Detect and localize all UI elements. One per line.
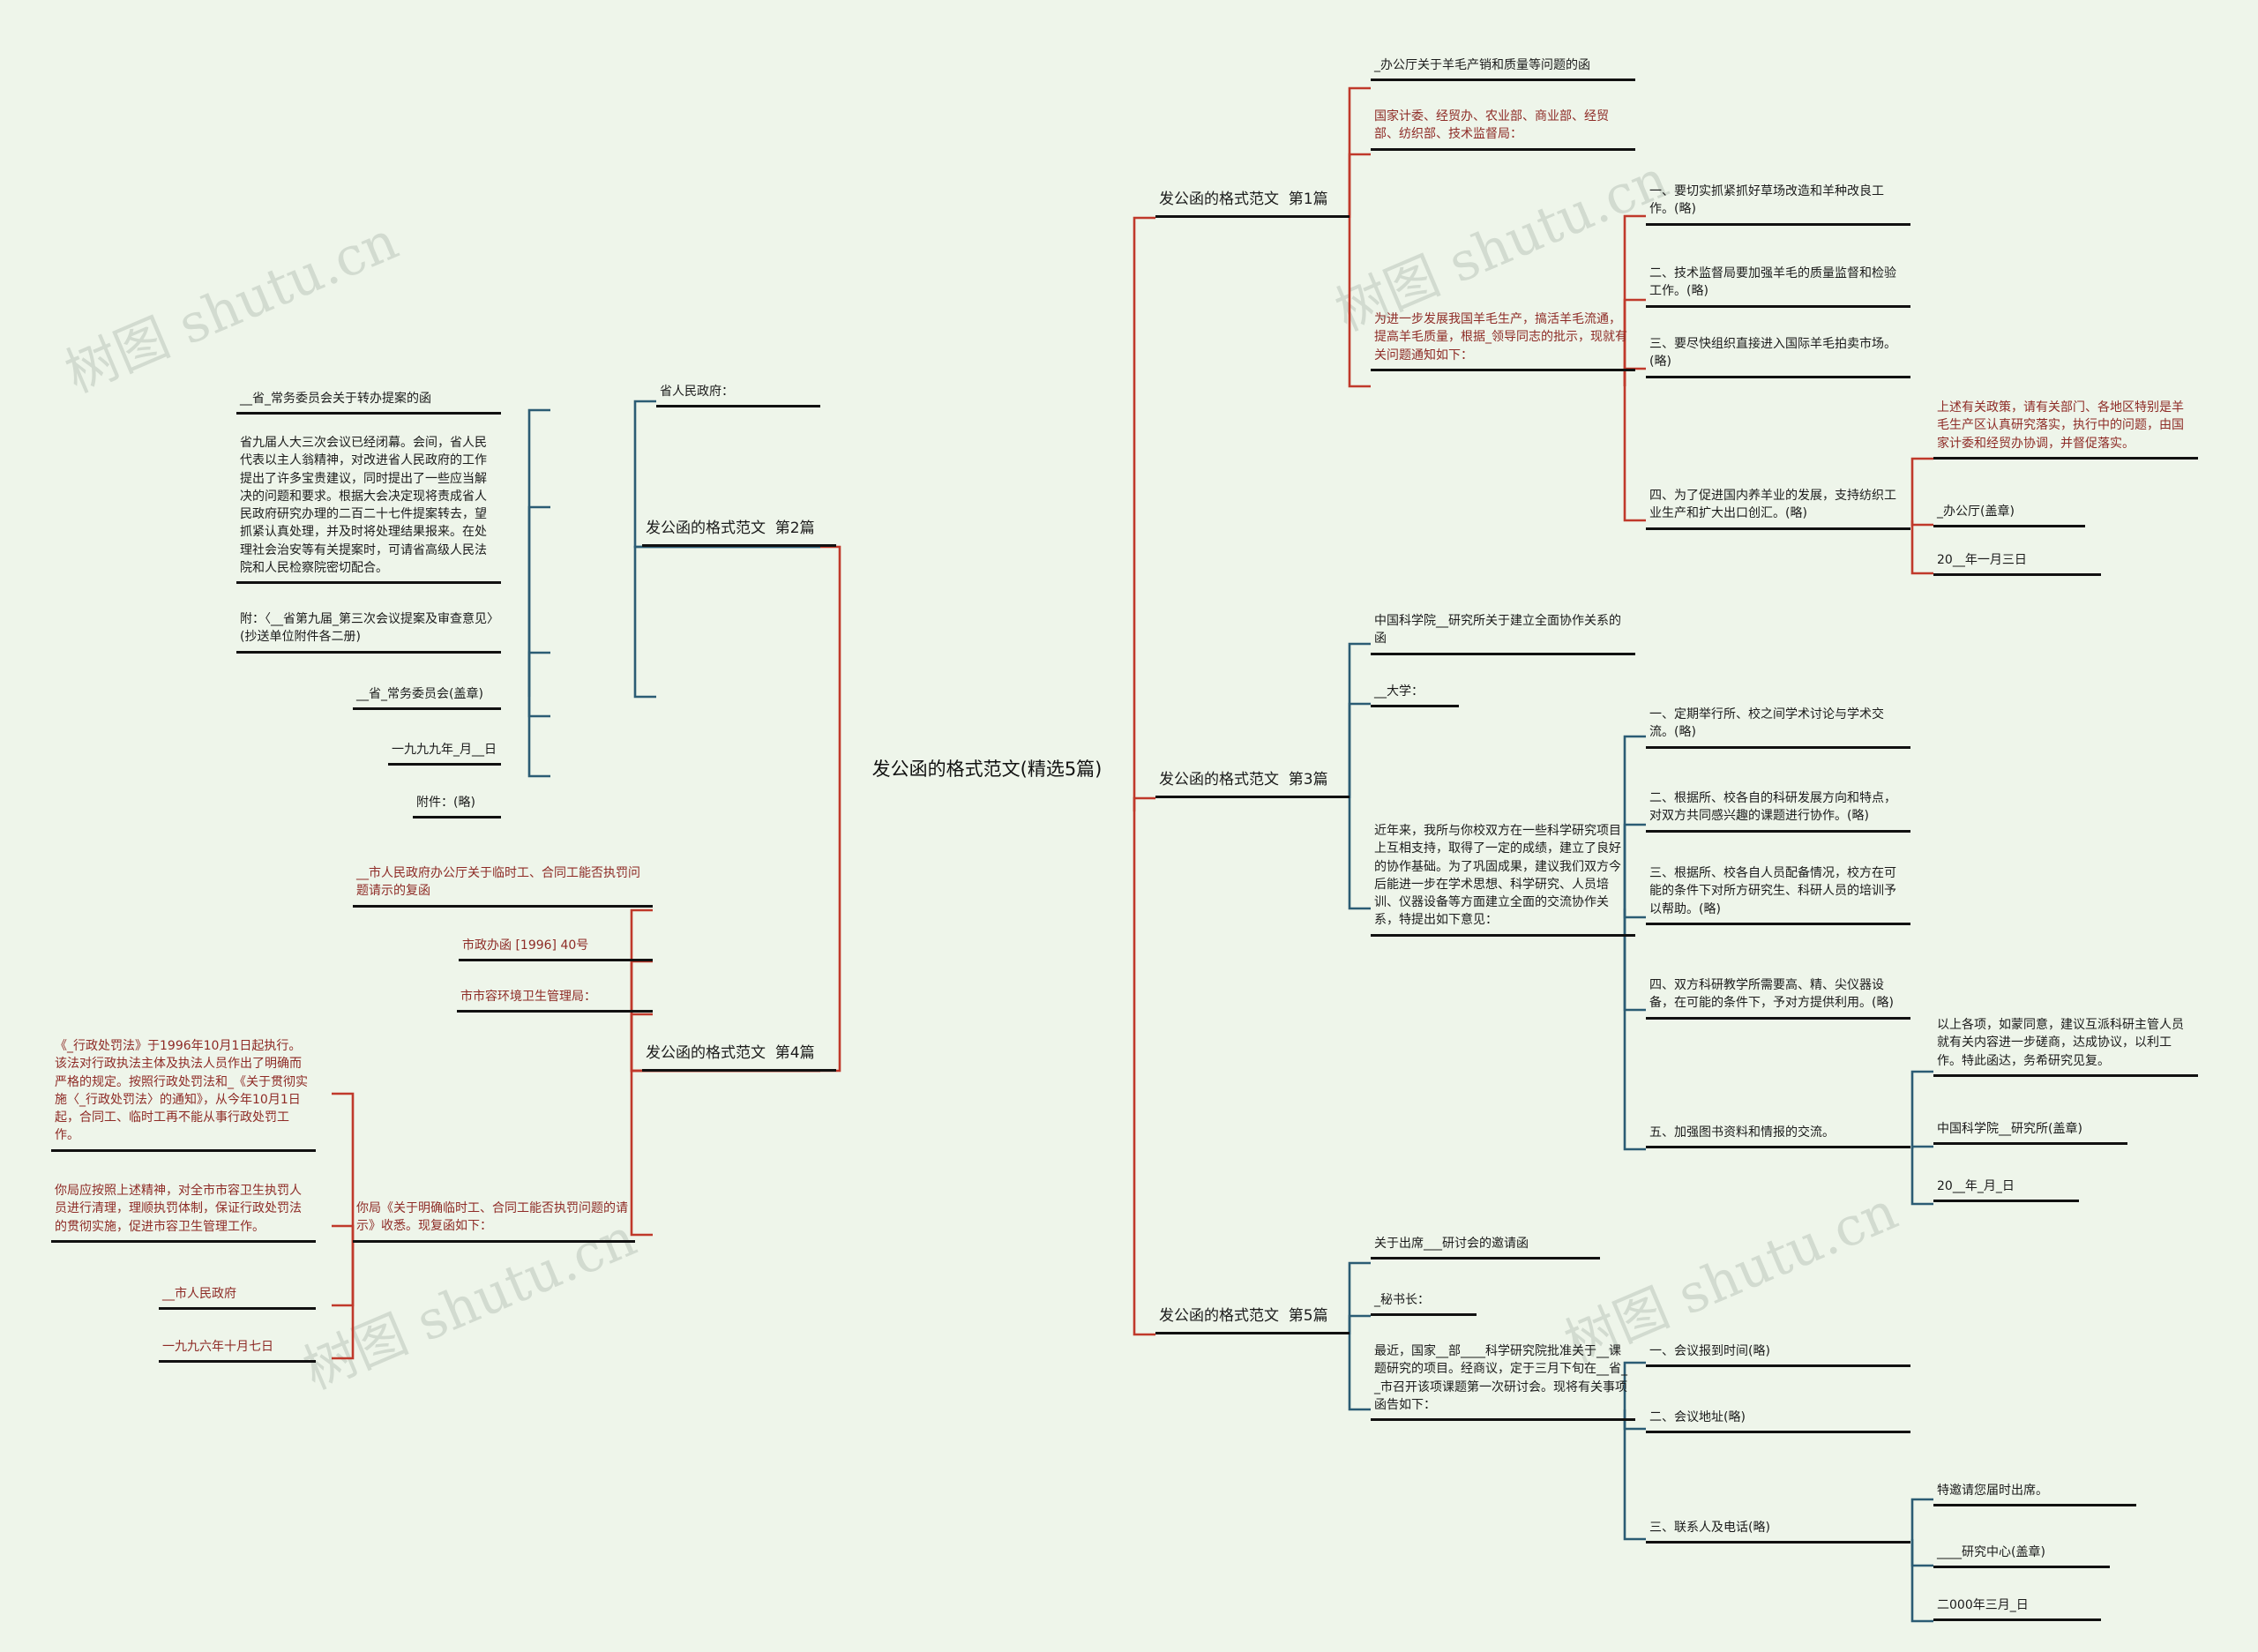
b5-item-1[interactable]: 一、会议报到时间(略) <box>1646 1341 1910 1368</box>
b4-date[interactable]: 一九九六年十月七日 <box>159 1336 316 1364</box>
b5-body[interactable]: 最近，国家__部____科学研究院批准关于__课题研究的项目。经商议，定于三月下… <box>1371 1341 1635 1422</box>
b2-recipient[interactable]: 省人民政府： <box>656 381 820 408</box>
b1-body[interactable]: 为进一步发展我国羊毛生产，搞活羊毛流通，提高羊毛质量，根据_领导同志的批示，现就… <box>1371 309 1635 371</box>
b3-item-4[interactable]: 四、双方科研教学所需要高、精、尖仪器设备，在可能的条件下，予对方提供利用。(略) <box>1646 975 1910 1020</box>
b3-signer[interactable]: 中国科学院__研究所(盖章) <box>1933 1118 2127 1146</box>
b1-date[interactable]: 20__年一月三日 <box>1933 549 2101 577</box>
b1-closing[interactable]: 上述有关政策，请有关部门、各地区特别是羊毛生产区认真研究落实，执行中的问题，由国… <box>1933 397 2198 460</box>
b5-signer[interactable]: ____研究中心(盖章) <box>1933 1542 2110 1569</box>
branch-node-2[interactable]: 发公函的格式范文 第2篇 <box>642 516 836 547</box>
root-node[interactable]: 发公函的格式范文(精选5篇) <box>840 754 1134 789</box>
watermark-text: 树图 shutu.cn <box>56 209 407 406</box>
b3-item-2[interactable]: 二、根据所、校各自的科研发展方向和特点，对双方共同感兴趣的课题进行协作。(略) <box>1646 788 1910 833</box>
b2-body[interactable]: 省九届人大三次会议已经闭幕。会间，省人民代表以主人翁精神，对改进省人民政府的工作… <box>236 432 501 585</box>
b4-recipient[interactable]: 市市容环境卫生管理局： <box>457 986 653 1013</box>
b5-date[interactable]: 二000年三月_日 <box>1933 1595 2101 1622</box>
branch-node-1[interactable]: 发公函的格式范文 第1篇 <box>1155 187 1350 218</box>
b5-item-2[interactable]: 二、会议地址(略) <box>1646 1407 1910 1434</box>
b1-item-1[interactable]: 一、要切实抓紧抓好草场改造和羊种改良工作。(略) <box>1646 181 1910 226</box>
b3-item-1[interactable]: 一、定期举行所、校之间学术讨论与学术交流。(略) <box>1646 704 1910 749</box>
b3-recipient[interactable]: __大学： <box>1371 681 1459 708</box>
b4-para-2[interactable]: 你局应按照上述精神，对全市市容卫生执罚人员进行清理，理顺执罚体制，保证行政处罚法… <box>51 1180 316 1243</box>
b1-item-2[interactable]: 二、技术监督局要加强羊毛的质量监督和检验工作。(略) <box>1646 263 1910 308</box>
b1-signer[interactable]: _办公厅(盖章) <box>1933 501 2085 528</box>
b3-item-5[interactable]: 五、加强图书资料和情报的交流。 <box>1646 1122 1910 1149</box>
b2-date[interactable]: 一九九九年_月__日 <box>388 739 501 766</box>
b3-body[interactable]: 近年来，我所与你校双方在一些科学研究项目上互相支持，取得了一定的成绩，建立了良好… <box>1371 820 1635 937</box>
b3-closing[interactable]: 以上各项，如蒙同意，建议互派科研主管人员就有关内容进一步磋商，达成协议，以利工作… <box>1933 1014 2198 1077</box>
b2-attachment[interactable]: 附件：(略) <box>413 792 501 819</box>
b2-signer[interactable]: __省_常务委员会(盖章) <box>353 684 501 711</box>
b4-title[interactable]: __市人民政府办公厅关于临时工、合同工能否执罚问题请示的复函 <box>353 863 653 908</box>
branch-node-5[interactable]: 发公函的格式范文 第5篇 <box>1155 1304 1350 1334</box>
b5-closing[interactable]: 特邀请您届时出席。 <box>1933 1480 2136 1507</box>
b5-title[interactable]: 关于出席___研讨会的邀请函 <box>1371 1233 1600 1260</box>
b2-title[interactable]: __省_常务委员会关于转办提案的函 <box>236 388 501 415</box>
b4-doc-number[interactable]: 市政办函 [1996] 40号 <box>459 935 653 962</box>
branch-node-3[interactable]: 发公函的格式范文 第3篇 <box>1155 767 1350 798</box>
b3-title[interactable]: 中国科学院__研究所关于建立全面协作关系的函 <box>1371 610 1635 655</box>
b1-item-4[interactable]: 四、为了促进国内养羊业的发展，支持纺织工业生产和扩大出口创汇。(略) <box>1646 485 1910 530</box>
b1-recipients[interactable]: 国家计委、经贸办、农业部、商业部、经贸部、纺织部、技术监督局： <box>1371 106 1635 151</box>
b5-item-3[interactable]: 三、联系人及电话(略) <box>1646 1517 1910 1544</box>
b4-body[interactable]: 你局《关于明确临时工、合同工能否执罚问题的请示》收悉。现复函如下： <box>353 1198 635 1243</box>
b3-date[interactable]: 20__年_月_日 <box>1933 1176 2079 1203</box>
b1-title[interactable]: _办公厅关于羊毛产销和质量等问题的函 <box>1371 55 1635 82</box>
b2-attachment-note[interactable]: 附：〈__省第九届_第三次会议提案及审查意见〉(抄送单位附件各二册) <box>236 609 501 654</box>
mindmap-canvas: 树图 shutu.cn 树图 shutu.cn 树图 shutu.cn 树图 s… <box>0 0 2258 1652</box>
branch-node-4[interactable]: 发公函的格式范文 第4篇 <box>642 1041 836 1072</box>
b3-item-3[interactable]: 三、根据所、校各自人员配备情况，校方在可能的条件下对所方研究生、科研人员的培训予… <box>1646 863 1910 925</box>
b1-item-3[interactable]: 三、要尽快组织直接进入国际羊毛拍卖市场。(略) <box>1646 333 1910 378</box>
b5-recipient[interactable]: _秘书长： <box>1371 1289 1477 1317</box>
b4-signer[interactable]: __市人民政府 <box>159 1283 316 1311</box>
b4-para-1[interactable]: 《_行政处罚法》于1996年10月1日起执行。该法对行政执法主体及执法人员作出了… <box>51 1035 316 1152</box>
